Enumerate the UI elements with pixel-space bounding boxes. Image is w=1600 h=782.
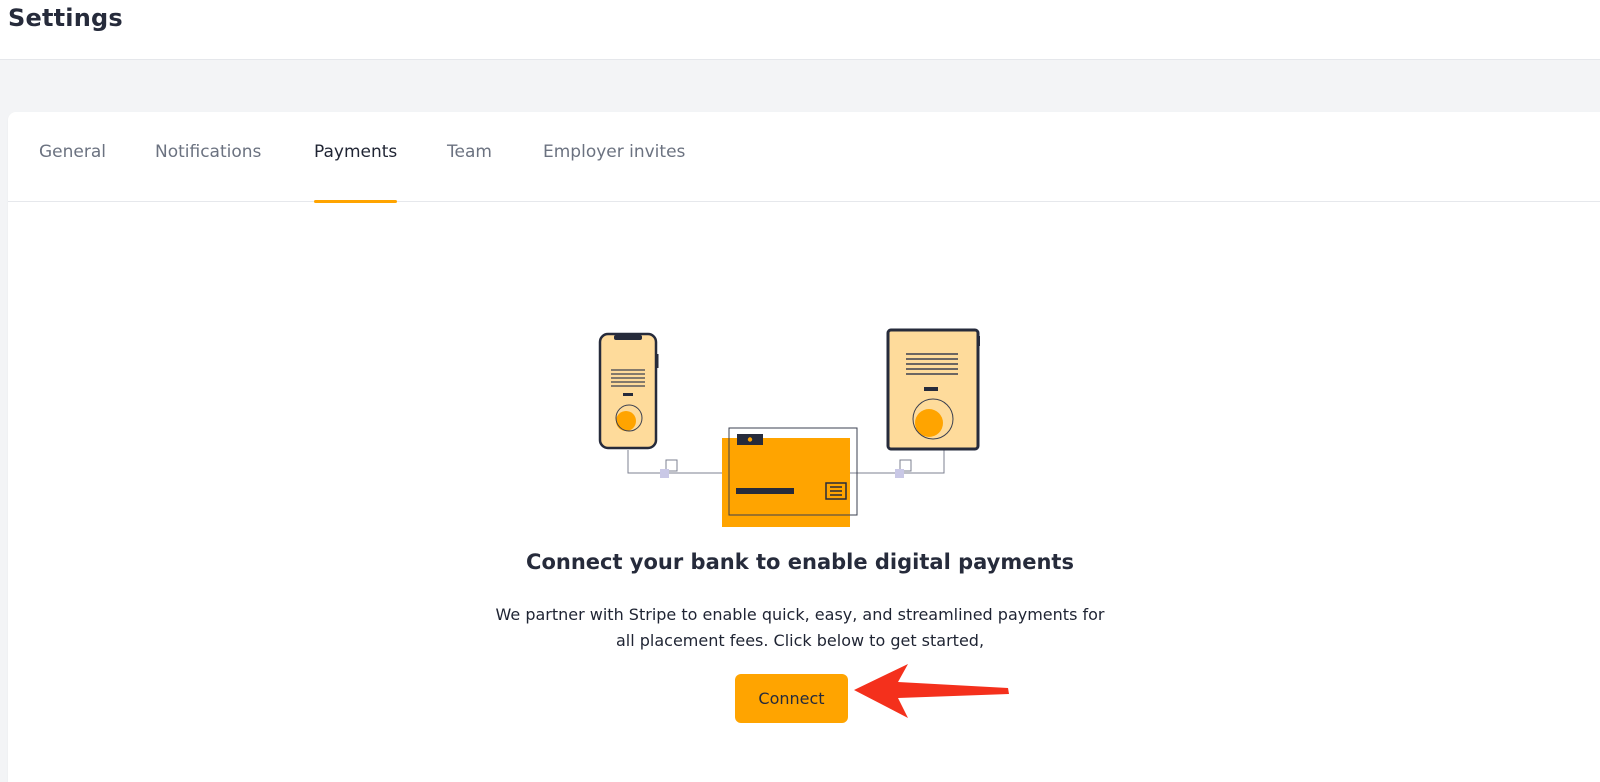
bank-connection-illustration — [598, 328, 980, 527]
payments-description-line-2: all placement fees. Click below to get s… — [615, 631, 985, 650]
tab-notifications[interactable]: Notifications — [155, 142, 261, 202]
connector-node-left-icon — [660, 469, 669, 478]
settings-card: General Notifications Payments Team Empl… — [8, 112, 1600, 782]
tab-employer-invites[interactable]: Employer invites — [543, 142, 685, 202]
tab-general[interactable]: General — [39, 142, 106, 202]
red-arrow-annotation-icon — [854, 664, 1009, 718]
payments-description: We partner with Stripe to enable quick, … — [483, 602, 1117, 654]
tab-payments[interactable]: Payments — [314, 142, 398, 203]
tab-payments-label: Payments — [314, 142, 398, 162]
payments-description-line-1: We partner with Stripe to enable quick, … — [495, 605, 1105, 624]
page-title: Settings — [8, 4, 123, 32]
connect-button[interactable]: Connect — [735, 674, 848, 723]
bank-card-icon — [722, 427, 858, 527]
connector-node-right-icon — [895, 469, 904, 478]
top-bar: Settings — [0, 0, 1600, 60]
active-tab-indicator — [314, 200, 398, 203]
tablet-icon — [886, 328, 980, 451]
phone-icon — [598, 332, 659, 450]
tab-team[interactable]: Team — [447, 142, 492, 202]
settings-tabs: General Notifications Payments Team Empl… — [8, 112, 1600, 203]
payments-headline: Connect your bank to enable digital paym… — [526, 550, 1074, 574]
